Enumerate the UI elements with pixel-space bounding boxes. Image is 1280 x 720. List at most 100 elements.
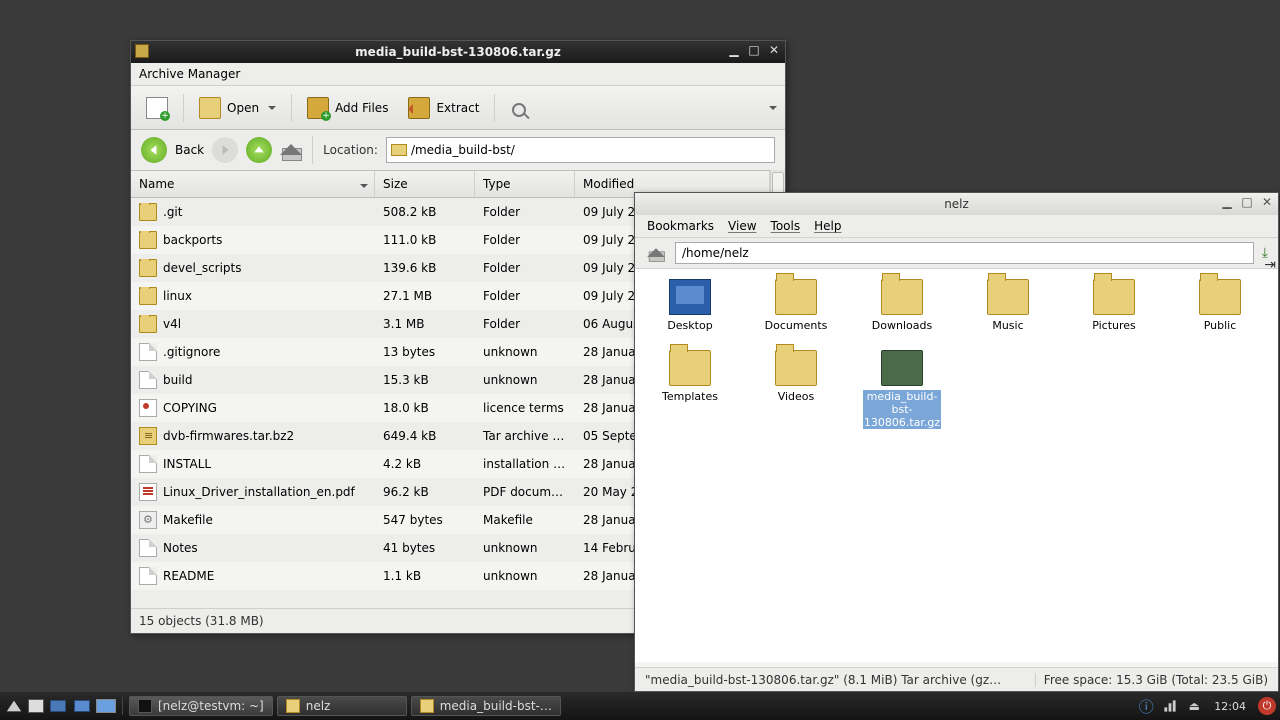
menu-help[interactable]: Help [814, 219, 841, 233]
fm-title: nelz [944, 197, 969, 211]
item-label: Downloads [872, 319, 932, 332]
file-size: 547 bytes [375, 513, 475, 527]
fm-item[interactable]: Documents [757, 279, 835, 332]
column-name-header[interactable]: Name [131, 171, 375, 197]
add-files-button[interactable]: Add Files [300, 92, 395, 124]
search-icon [512, 103, 526, 117]
file-size: 18.0 kB [375, 401, 475, 415]
home-icon[interactable] [647, 244, 665, 262]
item-label: Videos [778, 390, 815, 403]
menu-view[interactable]: View [728, 219, 756, 233]
fm-location-bar: ⤓ [635, 238, 1278, 269]
folders-icon[interactable] [48, 696, 68, 716]
fm-item[interactable]: Videos [757, 350, 835, 429]
archive-toolbar: Open Add Files Extract [131, 86, 785, 130]
maximize-button[interactable]: □ [747, 43, 761, 57]
column-size-header[interactable]: Size [375, 171, 475, 197]
tar-icon [139, 427, 157, 445]
fm-item[interactable]: Pictures [1075, 279, 1153, 332]
menu-tools[interactable]: Tools [771, 219, 801, 233]
folder-icon [987, 279, 1029, 315]
pager-icon[interactable] [96, 696, 116, 716]
window-list-icon[interactable] [28, 699, 44, 713]
fm-item[interactable]: Music [969, 279, 1047, 332]
separator [183, 94, 184, 122]
minimize-button[interactable]: ▁ [727, 43, 741, 57]
folder-icon [1199, 279, 1241, 315]
file-type: unknown [475, 569, 575, 583]
archive-titlebar[interactable]: media_build-bst-130806.tar.gz ▁ □ ✕ [131, 41, 785, 63]
file-name: Makefile [163, 513, 213, 527]
task-label: [nelz@testvm: ~] [158, 699, 264, 713]
open-label: Open [227, 101, 259, 115]
folder-icon [139, 315, 157, 333]
folder-icon [139, 259, 157, 277]
fm-menubar: Bookmarks View Tools Help [635, 215, 1278, 238]
location-value: /media_build-bst/ [411, 143, 515, 157]
fm-item[interactable]: Templates [651, 350, 729, 429]
file-type: Folder [475, 289, 575, 303]
overflow-menu-icon[interactable] [769, 106, 777, 114]
network-icon[interactable] [1162, 698, 1178, 714]
fm-item[interactable]: media_build-bst-130806.tar.gz [863, 350, 941, 429]
add-files-label: Add Files [335, 101, 388, 115]
power-button[interactable]: ⏻ [1258, 697, 1276, 715]
status-text: 15 objects (31.8 MB) [139, 614, 264, 628]
up-button[interactable] [246, 137, 272, 163]
task-label: media_build-bst-… [440, 699, 552, 713]
fm-icon-view[interactable]: Desktop Documents Downloads Music Pictures Pu… [635, 269, 1278, 662]
item-label: Public [1204, 319, 1237, 332]
file-icon [139, 567, 157, 585]
status-right: Free space: 15.3 GiB (Total: 23.5 GiB) [1044, 673, 1268, 687]
folder-icon [669, 350, 711, 386]
info-icon[interactable]: ⓘ [1138, 698, 1154, 714]
file-size: 96.2 kB [375, 485, 475, 499]
location-input[interactable]: /media_build-bst/ [386, 137, 775, 163]
maximize-button[interactable]: □ [1240, 195, 1254, 209]
extract-button[interactable]: Extract [401, 92, 486, 124]
open-button[interactable]: Open [192, 92, 283, 124]
show-desktop-icon[interactable] [72, 696, 92, 716]
folder-icon [391, 144, 407, 156]
taskbar-task[interactable]: media_build-bst-… [411, 696, 561, 716]
menu-bookmarks[interactable]: Bookmarks [647, 219, 714, 233]
minimize-button[interactable]: ▁ [1220, 195, 1234, 209]
column-type-header[interactable]: Type [475, 171, 575, 197]
file-type: installation i… [475, 457, 575, 471]
home-icon[interactable] [280, 139, 302, 161]
new-archive-button[interactable] [139, 92, 175, 124]
file-size: 41 bytes [375, 541, 475, 555]
fm-item[interactable]: Desktop [651, 279, 729, 332]
file-name: .git [163, 205, 182, 219]
fm-item[interactable]: Downloads [863, 279, 941, 332]
archive-title: media_build-bst-130806.tar.gz [355, 45, 561, 59]
fm-item[interactable]: Public [1181, 279, 1259, 332]
file-name: devel_scripts [163, 261, 242, 275]
close-button[interactable]: ✕ [767, 43, 781, 57]
search-button[interactable] [503, 96, 531, 120]
add-files-icon [307, 97, 329, 119]
separator [494, 94, 495, 122]
taskbar-task[interactable]: [nelz@testvm: ~] [129, 696, 273, 716]
archive-icon [420, 699, 434, 713]
file-name: INSTALL [163, 457, 211, 471]
task-label: nelz [306, 699, 331, 713]
archive-window-icon [135, 44, 149, 58]
location-input[interactable] [675, 242, 1254, 264]
separator [122, 697, 123, 715]
archive-menubar[interactable]: Archive Manager [131, 63, 785, 86]
close-button[interactable]: ✕ [1260, 195, 1274, 209]
item-label: Templates [662, 390, 718, 403]
file-size: 27.1 MB [375, 289, 475, 303]
fm-titlebar[interactable]: nelz ▁ □ ✕ [635, 193, 1278, 215]
file-size: 3.1 MB [375, 317, 475, 331]
back-button[interactable] [141, 137, 167, 163]
taskbar-task[interactable]: nelz [277, 696, 407, 716]
extract-icon [408, 97, 430, 119]
file-type: PDF docum… [475, 485, 575, 499]
folder-icon [775, 350, 817, 386]
item-label: Music [992, 319, 1023, 332]
start-menu-icon[interactable] [4, 696, 24, 716]
usb-icon[interactable]: ⏏ [1186, 698, 1202, 714]
clock[interactable]: 12:04 [1210, 700, 1250, 713]
